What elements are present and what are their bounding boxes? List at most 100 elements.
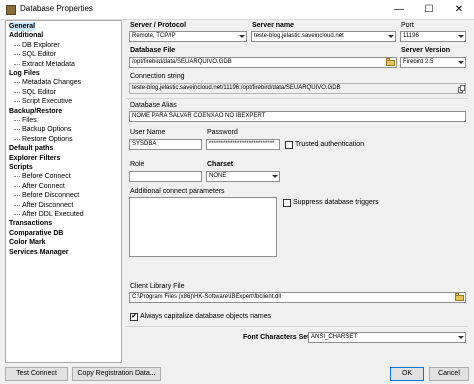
database-alias-value: NOME PARA SALVAR COENXÃO NO IBEXPERT bbox=[132, 113, 266, 119]
capitalize-checkbox[interactable]: ✔ bbox=[130, 313, 138, 321]
tree-item[interactable]: General bbox=[9, 22, 36, 31]
suppress-triggers-checkbox[interactable] bbox=[283, 199, 291, 207]
tree-item[interactable]: Default paths bbox=[9, 144, 53, 153]
trusted-auth-label: Trusted authentication bbox=[295, 141, 365, 148]
tree-connector bbox=[14, 204, 20, 206]
tree-connector bbox=[14, 82, 20, 84]
tree-item[interactable]: Before Disconnect bbox=[22, 191, 79, 200]
role-label: Role bbox=[130, 161, 145, 168]
folder-icon[interactable] bbox=[385, 58, 396, 67]
separator bbox=[126, 326, 468, 327]
font-charset-label: Font Characters Set bbox=[243, 334, 310, 341]
tree-connector bbox=[14, 214, 20, 215]
tree-item[interactable]: SQL Editor bbox=[22, 50, 56, 59]
copy-registration-button[interactable]: Copy Registration Data... bbox=[72, 367, 161, 381]
tree-item[interactable]: Transactions bbox=[9, 219, 52, 228]
options-tree[interactable]: General Additional DB Explorer SQL Editor Ex… bbox=[5, 20, 122, 363]
tree-connector bbox=[14, 101, 20, 103]
charset-value: NONE bbox=[209, 173, 227, 179]
folder-icon[interactable] bbox=[454, 293, 465, 302]
port-select[interactable]: 11196 bbox=[400, 31, 466, 42]
charset-select[interactable]: NONE bbox=[206, 171, 280, 182]
server-protocol-label: Server / Protocol bbox=[130, 22, 187, 29]
database-icon bbox=[6, 5, 16, 15]
user-name-label: User Name bbox=[130, 129, 166, 136]
suppress-triggers-label: Suppress database triggers bbox=[293, 199, 379, 206]
capitalize-label: Always capitalize database objects names bbox=[140, 313, 272, 320]
tree-item[interactable]: Restore Options bbox=[22, 135, 73, 144]
server-protocol-select[interactable]: Remote, TCP/IP bbox=[129, 31, 247, 42]
cancel-button[interactable]: Cancel bbox=[429, 367, 469, 381]
chevron-down-icon bbox=[458, 35, 464, 38]
connection-string-value: teste-blog.jelastic.saveincloud.net/1119… bbox=[132, 85, 341, 91]
database-file-value: /opt/firebird/data/SEUARQUIVO.GDB bbox=[132, 59, 232, 65]
close-button[interactable]: ✕ bbox=[444, 0, 474, 20]
role-input[interactable] bbox=[129, 171, 202, 182]
server-name-value: teste-blog.jelastic.saveincloud.net bbox=[254, 33, 344, 39]
tree-item[interactable]: Log Files bbox=[9, 69, 40, 78]
dialog-footer: Test Connect Copy Registration Data... O… bbox=[0, 363, 474, 384]
window-title: Database Properties bbox=[20, 4, 93, 13]
tree-item[interactable]: Backup Options bbox=[22, 125, 71, 134]
tree-item[interactable]: Backup/Restore bbox=[9, 107, 62, 116]
maximize-button[interactable]: ☐ bbox=[414, 0, 444, 20]
server-version-value: Firebird 2.5 bbox=[403, 59, 434, 65]
password-input[interactable]: **************************** bbox=[206, 139, 280, 150]
tree-item[interactable]: Scripts bbox=[9, 163, 33, 172]
tree-connector bbox=[14, 44, 20, 46]
chevron-down-icon bbox=[239, 35, 245, 38]
password-value: **************************** bbox=[209, 141, 275, 147]
additional-params-textarea[interactable] bbox=[129, 197, 277, 257]
ok-button[interactable]: OK bbox=[390, 367, 424, 381]
minimize-button[interactable]: — bbox=[384, 0, 414, 20]
client-library-value: C:\Program Files (x86)\HK-Software\IBExp… bbox=[132, 294, 282, 300]
tree-item[interactable]: Before Connect bbox=[22, 172, 71, 181]
server-version-label: Server Version bbox=[401, 47, 451, 54]
tree-item[interactable]: Comparative DB bbox=[9, 229, 63, 238]
port-label: Port bbox=[401, 22, 414, 29]
tree-connector bbox=[14, 129, 20, 131]
tree-item[interactable]: DB Explorer bbox=[22, 41, 60, 50]
tree-connector bbox=[14, 185, 20, 187]
chevron-down-icon bbox=[458, 336, 464, 339]
chevron-down-icon bbox=[388, 35, 394, 38]
server-protocol-value: Remote, TCP/IP bbox=[132, 33, 176, 39]
tree-item[interactable]: Script Executive bbox=[22, 97, 72, 106]
client-library-label: Client Library File bbox=[130, 283, 185, 290]
database-file-label: Database File bbox=[130, 47, 176, 54]
tree-item[interactable]: After DDL Executed bbox=[22, 210, 84, 219]
port-value: 11196 bbox=[403, 33, 419, 39]
tree-item[interactable]: Color Mark bbox=[9, 238, 46, 247]
tree-connector bbox=[14, 138, 20, 140]
tree-item[interactable]: Files bbox=[22, 116, 37, 125]
server-version-select[interactable]: Firebird 2.5 bbox=[400, 57, 466, 68]
server-name-label: Server name bbox=[252, 22, 295, 29]
tree-connector bbox=[14, 176, 20, 178]
connection-string-field[interactable]: teste-blog.jelastic.saveincloud.net/1119… bbox=[129, 83, 466, 94]
user-name-value: SYSDBA bbox=[132, 141, 157, 147]
tree-connector bbox=[14, 120, 20, 121]
chevron-down-icon bbox=[458, 61, 464, 64]
tree-item[interactable]: After Disconnect bbox=[22, 201, 73, 210]
additional-params-label: Additional connect parameters bbox=[130, 188, 225, 195]
database-alias-label: Database Alias bbox=[130, 102, 177, 109]
tree-item[interactable]: SQL Editor bbox=[22, 88, 56, 97]
user-name-input[interactable]: SYSDBA bbox=[129, 139, 202, 150]
tree-connector bbox=[14, 91, 20, 93]
tree-item[interactable]: After Connect bbox=[22, 182, 65, 191]
tree-item[interactable]: Services Manager bbox=[9, 248, 69, 257]
server-name-select[interactable]: teste-blog.jelastic.saveincloud.net bbox=[251, 31, 396, 42]
password-label: Password bbox=[207, 129, 238, 136]
font-charset-select[interactable]: ANSI_CHARSET bbox=[308, 332, 466, 343]
tree-item[interactable]: Extract Metadata bbox=[22, 60, 75, 69]
client-library-input[interactable]: C:\Program Files (x86)\HK-Software\IBExp… bbox=[129, 292, 466, 303]
tree-item[interactable]: Metadata Changes bbox=[22, 78, 81, 87]
tree-connector bbox=[14, 195, 20, 197]
copy-icon[interactable] bbox=[458, 85, 465, 93]
test-connect-button[interactable]: Test Connect bbox=[5, 367, 68, 381]
database-file-input[interactable]: /opt/firebird/data/SEUARQUIVO.GDB bbox=[129, 57, 397, 68]
database-alias-input[interactable]: NOME PARA SALVAR COENXÃO NO IBEXPERT bbox=[129, 111, 466, 122]
tree-item[interactable]: Additional bbox=[9, 31, 43, 40]
tree-item[interactable]: Explorer Filters bbox=[9, 154, 60, 163]
trusted-auth-checkbox[interactable] bbox=[285, 141, 293, 149]
